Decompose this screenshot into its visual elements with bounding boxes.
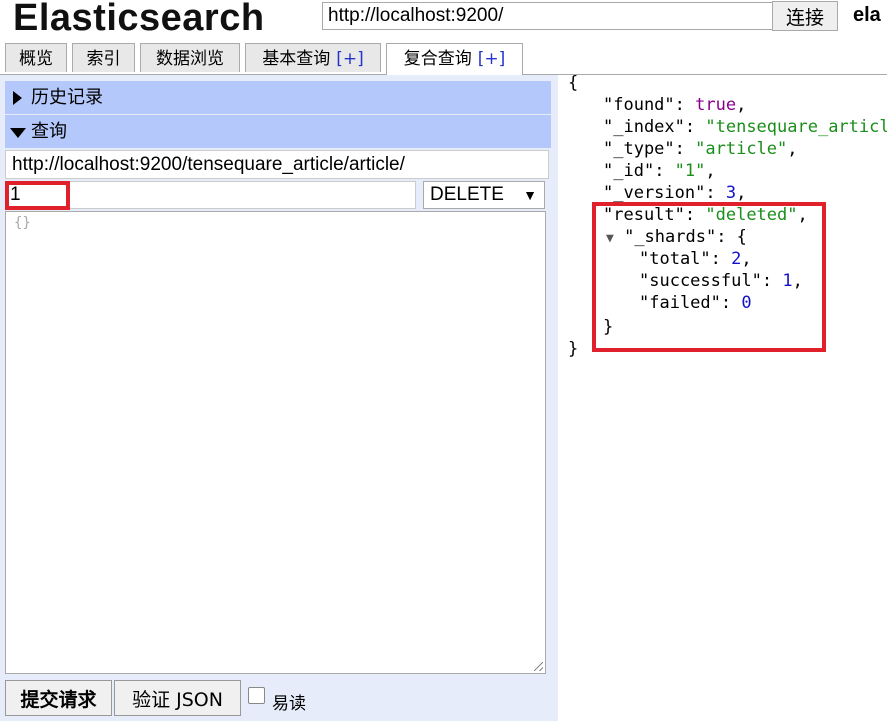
tab-label: 索引 bbox=[86, 49, 121, 69]
tab-add-icon[interactable]: [+] bbox=[336, 49, 364, 69]
json-close-brace: } bbox=[568, 339, 579, 359]
json-line-id: "_id": "1", bbox=[603, 161, 716, 181]
query-section-header[interactable]: 查询 bbox=[5, 115, 551, 148]
json-value: "tensequare_article" bbox=[705, 117, 887, 137]
json-value: true bbox=[695, 95, 737, 115]
json-value: 3 bbox=[725, 183, 737, 203]
submit-request-button[interactable]: 提交请求 bbox=[5, 680, 112, 716]
tab-browser[interactable]: 数据浏览 bbox=[140, 43, 240, 72]
resize-grip-icon[interactable] bbox=[534, 662, 543, 671]
tab-label: 概览 bbox=[19, 49, 53, 69]
history-label: 历史记录 bbox=[31, 87, 103, 108]
json-key: "_version" bbox=[603, 183, 706, 203]
app-header: Elasticsearch 连接 ela bbox=[0, 0, 887, 40]
server-url-input[interactable] bbox=[322, 2, 774, 30]
json-key: "_index" bbox=[603, 117, 685, 137]
history-section-header[interactable]: 历史记录 bbox=[5, 81, 551, 114]
tab-bar: 概览 索引 数据浏览 基本查询 [+] 复合查询 [+] bbox=[0, 41, 887, 75]
tab-label: 复合查询 bbox=[403, 49, 472, 69]
json-key: "found" bbox=[603, 95, 675, 115]
tab-label: 基本查询 bbox=[262, 49, 331, 69]
json-key: "_type" bbox=[603, 139, 675, 159]
json-open-brace: { bbox=[568, 73, 579, 93]
query-panel: 历史记录 查询 http://localhost:9200/tensequare… bbox=[0, 75, 558, 721]
query-url-input[interactable]: http://localhost:9200/tensequare_article… bbox=[5, 150, 549, 179]
request-body-text: {} bbox=[14, 215, 31, 231]
tab-label: 数据浏览 bbox=[156, 49, 224, 69]
http-method-select[interactable]: DELETE ▼ bbox=[423, 181, 545, 209]
result-highlight-box bbox=[592, 202, 826, 352]
query-label: 查询 bbox=[31, 121, 67, 142]
json-line-type: "_type": "article", bbox=[603, 139, 798, 159]
tab-overview[interactable]: 概览 bbox=[5, 43, 67, 72]
pretty-checkbox[interactable] bbox=[248, 687, 265, 704]
json-line-version: "_version": 3, bbox=[603, 183, 747, 203]
path-highlight-box bbox=[5, 181, 70, 210]
tab-add-icon[interactable]: [+] bbox=[478, 49, 506, 69]
request-body-textarea[interactable]: {} bbox=[5, 211, 546, 674]
validate-json-button[interactable]: 验证 JSON bbox=[114, 680, 241, 716]
json-value: "article" bbox=[695, 139, 788, 159]
expanded-arrow-icon bbox=[10, 128, 26, 138]
collapsed-arrow-icon bbox=[13, 91, 22, 105]
tab-compound-query[interactable]: 复合查询 [+] bbox=[386, 43, 523, 75]
tab-indices[interactable]: 索引 bbox=[72, 43, 135, 72]
connect-button[interactable]: 连接 bbox=[772, 1, 838, 31]
dropdown-arrow-icon: ▼ bbox=[523, 187, 537, 203]
tab-basic-query[interactable]: 基本查询 [+] bbox=[245, 43, 381, 72]
json-value: "1" bbox=[674, 161, 706, 181]
json-line-found: "found": true, bbox=[603, 95, 747, 115]
app-title: Elasticsearch bbox=[13, 0, 265, 39]
cluster-name: ela bbox=[853, 4, 881, 26]
method-value: DELETE bbox=[430, 184, 504, 205]
json-key: "_id" bbox=[603, 161, 655, 181]
pretty-label: 易读 bbox=[272, 694, 306, 714]
json-line-index: "_index": "tensequare_article", bbox=[603, 116, 887, 138]
